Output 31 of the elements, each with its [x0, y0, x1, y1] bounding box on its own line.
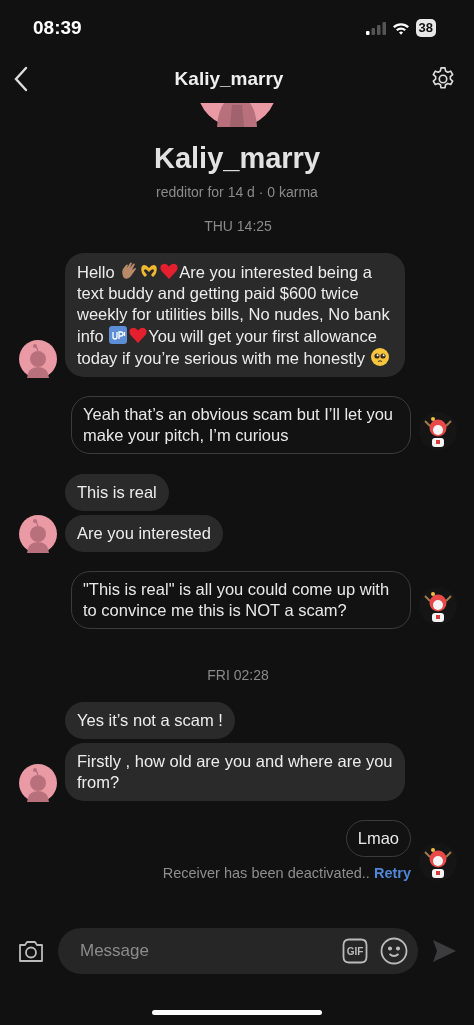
message-bubble: Firstly , how old are you and where are you from?	[65, 743, 405, 801]
message-bubble: This is real	[65, 474, 169, 511]
message-bubble: "This is real" is all you could come up with to convince me this is NOT a scam?	[71, 571, 411, 629]
retry-link[interactable]: Retry	[373, 865, 411, 881]
chat-title: Kaliy_marry	[174, 68, 284, 90]
pleading-face-icon	[369, 347, 390, 367]
delivery-error: Receiver has been deactivated.. Retry	[162, 865, 411, 881]
battery-level: 38	[415, 19, 436, 37]
camera-button[interactable]	[17, 938, 45, 964]
profile-info: redditor for 14 d · 0 karma	[156, 184, 318, 200]
signal-icon	[365, 21, 386, 35]
message-bubble: Hello Are you interested being a text buddy and getting paid $600 twice weekly for utilities bills, No nudes, No bank info You will get your first allowance today if you’re serious with me honestly	[65, 253, 405, 377]
heart-icon	[128, 325, 149, 345]
clock-time: 08:39	[33, 17, 83, 39]
message-bubble: Yeah that’s an obvious scam but I’ll let you make your pitch, I’m curious	[71, 396, 411, 454]
wifi-icon	[391, 21, 410, 35]
up-button-icon	[108, 325, 129, 345]
message-bubble: Yes it’s not a scam !	[65, 702, 235, 739]
message-bubble: Lmao	[345, 820, 411, 857]
profile-name: Kaliy_marry	[153, 142, 321, 175]
back-button[interactable]	[13, 66, 29, 92]
avatar-icon[interactable]	[19, 340, 57, 378]
emoji-button[interactable]	[380, 937, 408, 965]
message-bubble: Are you interested	[65, 515, 223, 552]
message-field[interactable]: Message GIF	[58, 928, 418, 974]
heart-icon	[159, 261, 180, 281]
avatar-icon[interactable]	[19, 515, 57, 553]
gif-button[interactable]: GIF	[342, 938, 368, 964]
date-divider: THU 14:25	[204, 218, 272, 234]
avatar-icon[interactable]	[19, 764, 57, 802]
date-divider: FRI 02:28	[207, 667, 269, 683]
